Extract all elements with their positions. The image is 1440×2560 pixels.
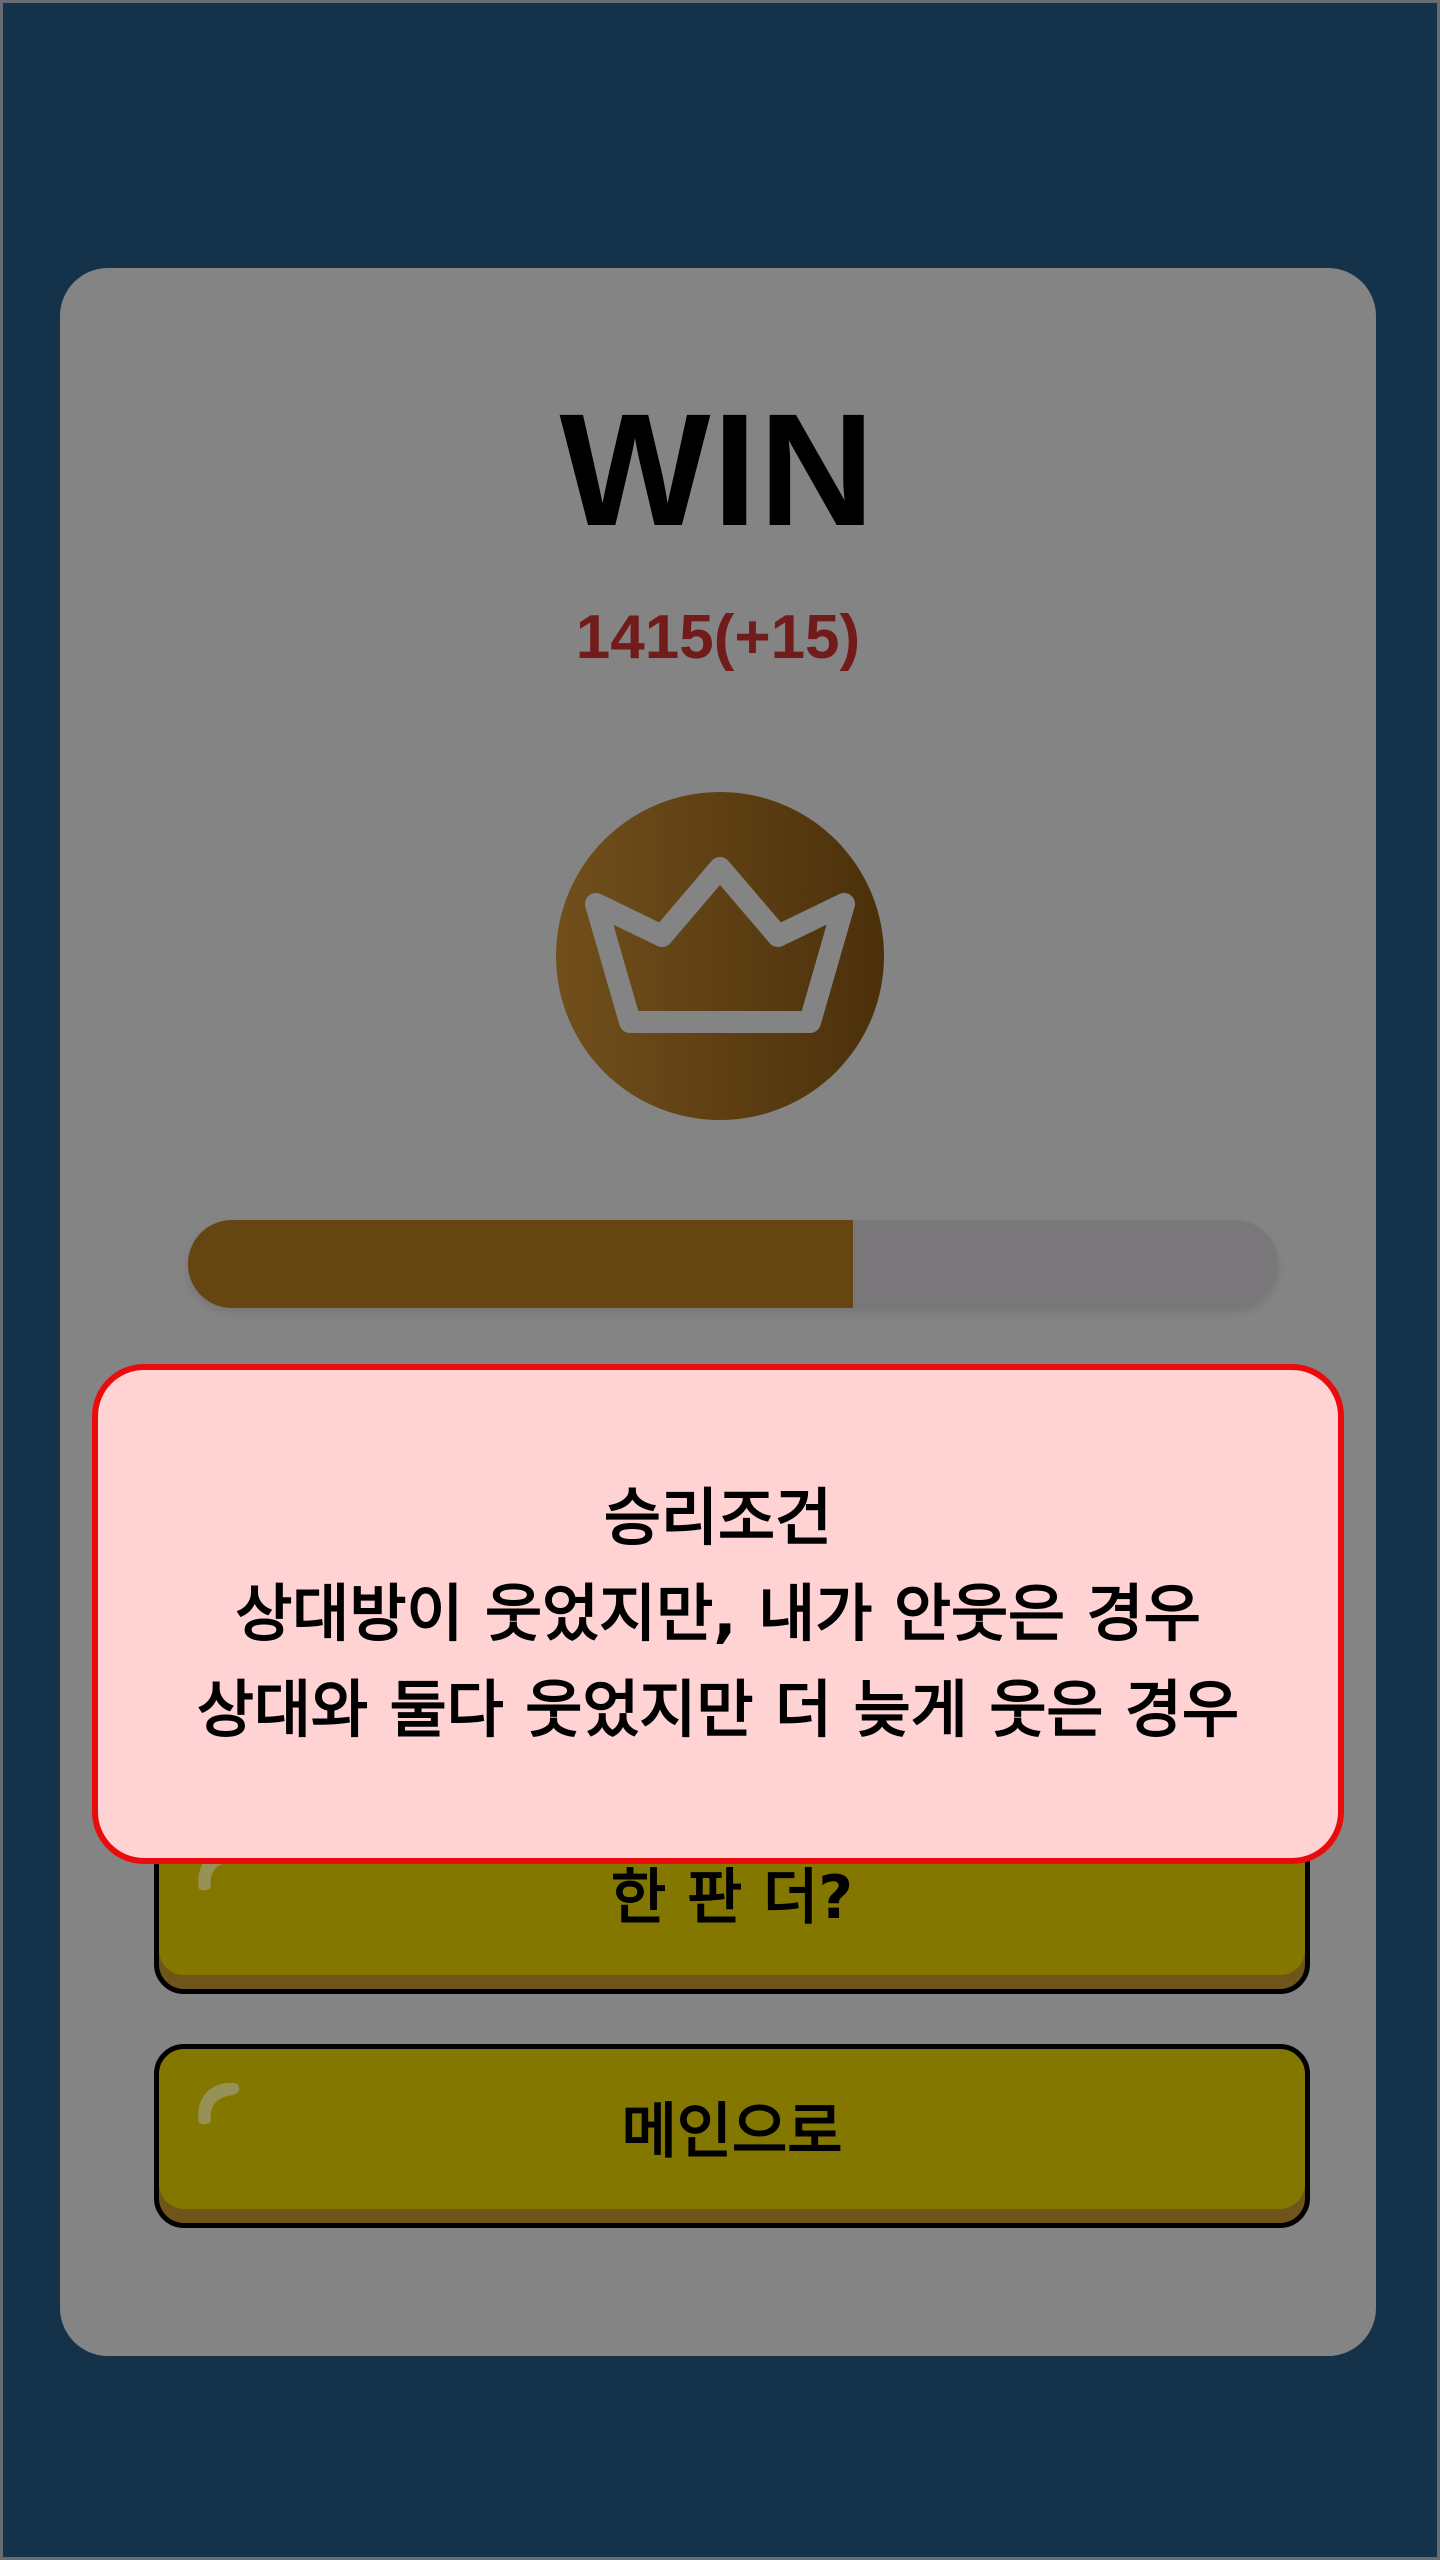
popup-line-1: 상대방이 웃었지만, 내가 안웃은 경우 — [235, 1577, 1201, 1650]
dim-overlay[interactable] — [0, 0, 1440, 2560]
popup-line-2: 상대와 둘다 웃었지만 더 늦게 웃은 경우 — [196, 1673, 1240, 1746]
popup-heading: 승리조건 — [603, 1481, 833, 1554]
win-condition-popup[interactable]: 승리조건 상대방이 웃었지만, 내가 안웃은 경우 상대와 둘다 웃었지만 더 … — [92, 1364, 1344, 1864]
